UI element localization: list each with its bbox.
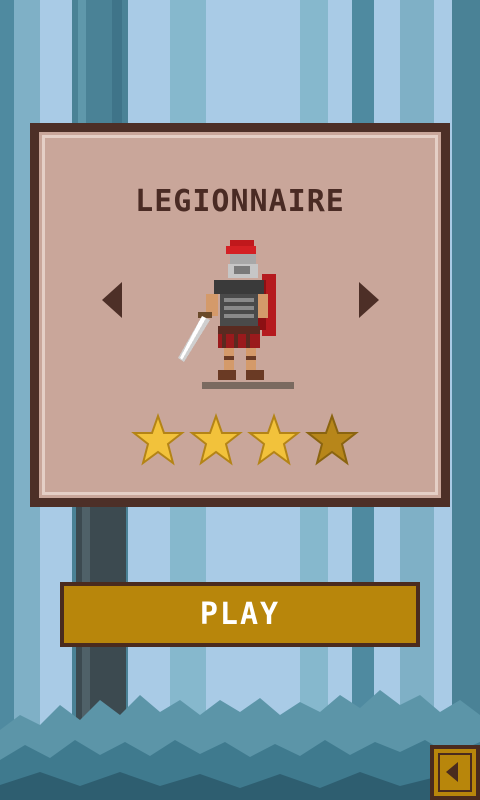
star-icon bbox=[131, 413, 185, 466]
star-icon bbox=[247, 413, 301, 466]
arrow-right-icon[interactable] bbox=[359, 282, 379, 318]
back-arrow-icon bbox=[446, 762, 458, 782]
difficulty-rating bbox=[131, 413, 361, 473]
character-select-panel: LEGIONNAIRE bbox=[30, 123, 450, 507]
character-name: LEGIONNAIRE bbox=[135, 184, 345, 219]
star-icon bbox=[305, 413, 359, 466]
back-button[interactable] bbox=[430, 745, 480, 800]
play-button-label: PLAY bbox=[199, 597, 281, 632]
star-icon bbox=[189, 413, 243, 466]
play-button[interactable]: PLAY bbox=[60, 582, 420, 647]
arrow-left-icon[interactable] bbox=[102, 282, 122, 318]
legionnaire-sprite bbox=[178, 240, 294, 389]
